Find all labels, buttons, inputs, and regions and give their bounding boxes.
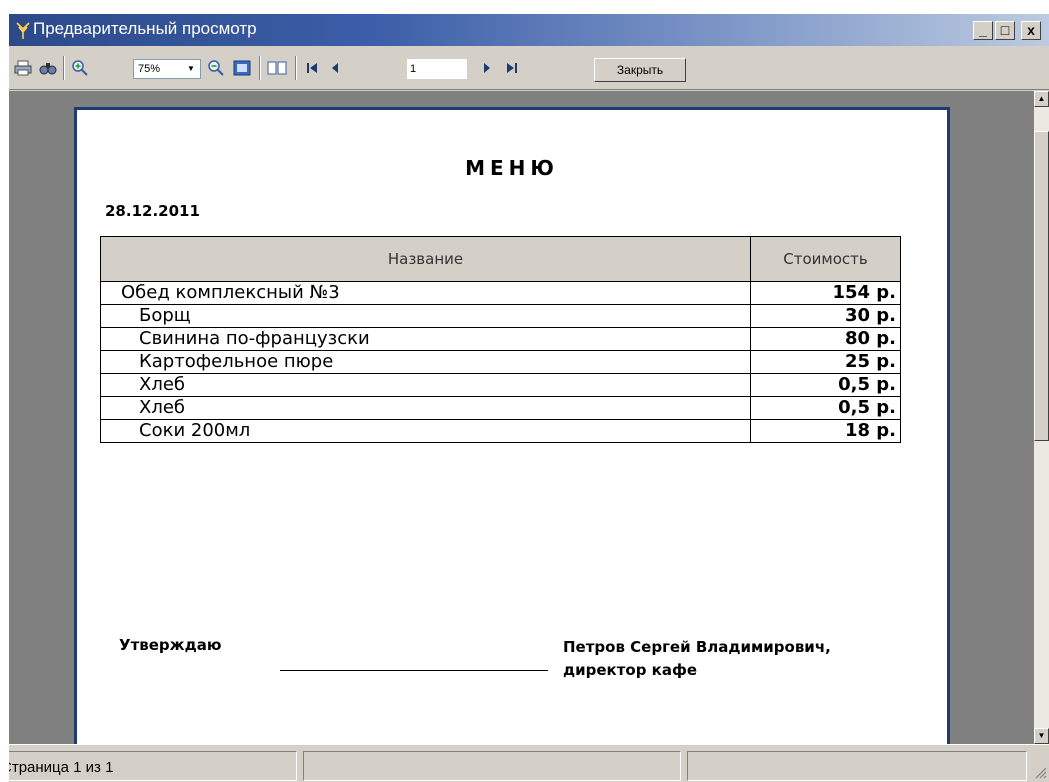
document-page: МЕНЮ 28.12.2011 Название Стоимость Обед … [74,107,950,744]
status-bar: Страница 1 из 1 [9,744,1049,782]
vertical-scrollbar[interactable]: ▲ ▼ [1034,91,1049,744]
document-date: 28.12.2011 [105,202,200,220]
item-price: 25 р. [750,350,901,374]
item-name: Хлеб [100,396,751,420]
toolbar: 75% ▼ 1 Закрыть [9,46,1049,90]
find-button[interactable] [37,57,59,79]
signer-name: Петров Сергей Владимирович, [563,638,831,656]
table-row: Хлеб 0,5 р. [100,373,901,397]
item-name: Свинина по-французски [100,327,751,351]
document-title: МЕНЮ [465,156,559,180]
item-price: 18 р. [750,419,901,443]
menu-table: Название Стоимость Обед комплексный №3 1… [100,236,901,443]
first-page-button[interactable] [301,57,323,79]
status-panel [303,751,681,781]
toolbar-separator [259,56,261,80]
toolbar-separator [63,56,65,80]
item-name: Соки 200мл [100,419,751,443]
scroll-down-button[interactable]: ▼ [1034,728,1049,744]
last-page-icon [507,63,517,73]
maximize-icon: □ [1000,22,1010,38]
page-info: Страница 1 из 1 [9,759,114,776]
minimize-button[interactable]: _ [973,21,993,40]
zoom-select[interactable]: 75% ▼ [133,59,201,79]
zoom-out-button[interactable] [205,57,227,79]
item-price: 30 р. [750,304,901,328]
item-name: Обед комплексный №3 [100,281,751,305]
table-header-row: Название Стоимость [100,236,901,282]
chevron-down-icon: ▼ [187,64,195,73]
table-row: Хлеб 0,5 р. [100,396,901,420]
table-row: Борщ 30 р. [100,304,901,328]
zoom-in-button[interactable] [69,57,91,79]
table-row: Обед комплексный №3 154 р. [100,281,901,305]
zoom-out-icon [208,60,224,76]
approve-label: Утверждаю [119,636,222,654]
close-preview-button[interactable]: Закрыть [594,58,686,82]
print-icon [14,60,32,76]
item-price: 154 р. [750,281,901,305]
table-row: Соки 200мл 18 р. [100,419,901,443]
minimize-icon: _ [979,22,987,38]
print-button[interactable] [12,57,34,79]
close-icon: x [1027,22,1035,38]
first-page-icon [307,63,317,73]
title-bar[interactable]: Предварительный просмотр _ □ x [9,14,1049,46]
toolbar-separator [295,56,297,80]
table-row: Свинина по-французски 80 р. [100,327,901,351]
prev-page-button[interactable] [325,57,345,79]
fit-page-icon [233,60,251,76]
preview-window: Предварительный просмотр _ □ x 75% ▼ 1 З… [9,14,1049,782]
preview-viewport[interactable]: МЕНЮ 28.12.2011 Название Стоимость Обед … [9,91,1034,744]
two-pages-icon [267,61,287,75]
arrow-up-icon: ▲ [1037,94,1046,103]
zoom-value: 75% [138,63,161,75]
signer-block: Петров Сергей Владимирович, директор каф… [563,636,831,682]
app-icon [13,20,33,40]
item-price: 0,5 р. [750,373,901,397]
item-price: 80 р. [750,327,901,351]
page-number-input[interactable]: 1 [407,59,467,79]
prev-page-icon [332,63,338,73]
maximize-button[interactable]: □ [995,21,1015,40]
table-row: Картофельное пюре 25 р. [100,350,901,374]
scroll-up-button[interactable]: ▲ [1034,91,1049,107]
next-page-icon [484,63,490,73]
item-price: 0,5 р. [750,396,901,420]
zoom-in-icon [72,60,88,76]
next-page-button[interactable] [477,57,497,79]
signature-line [280,670,548,671]
item-name: Борщ [100,304,751,328]
resize-grip-icon[interactable] [1033,765,1047,779]
status-panel-page: Страница 1 из 1 [9,751,297,781]
column-header-name: Название [100,236,751,282]
item-name: Картофельное пюре [100,350,751,374]
arrow-down-icon: ▼ [1037,731,1046,740]
close-window-button[interactable]: x [1021,21,1041,40]
last-page-button[interactable] [501,57,523,79]
signer-position: директор кафе [563,661,698,679]
scroll-thumb[interactable] [1034,131,1049,441]
find-icon [39,63,57,75]
status-panel [687,751,1027,781]
two-pages-button[interactable] [265,57,289,79]
column-header-price: Стоимость [750,236,901,282]
item-name: Хлеб [100,373,751,397]
fit-page-button[interactable] [231,57,253,79]
window-title: Предварительный просмотр [33,19,257,38]
